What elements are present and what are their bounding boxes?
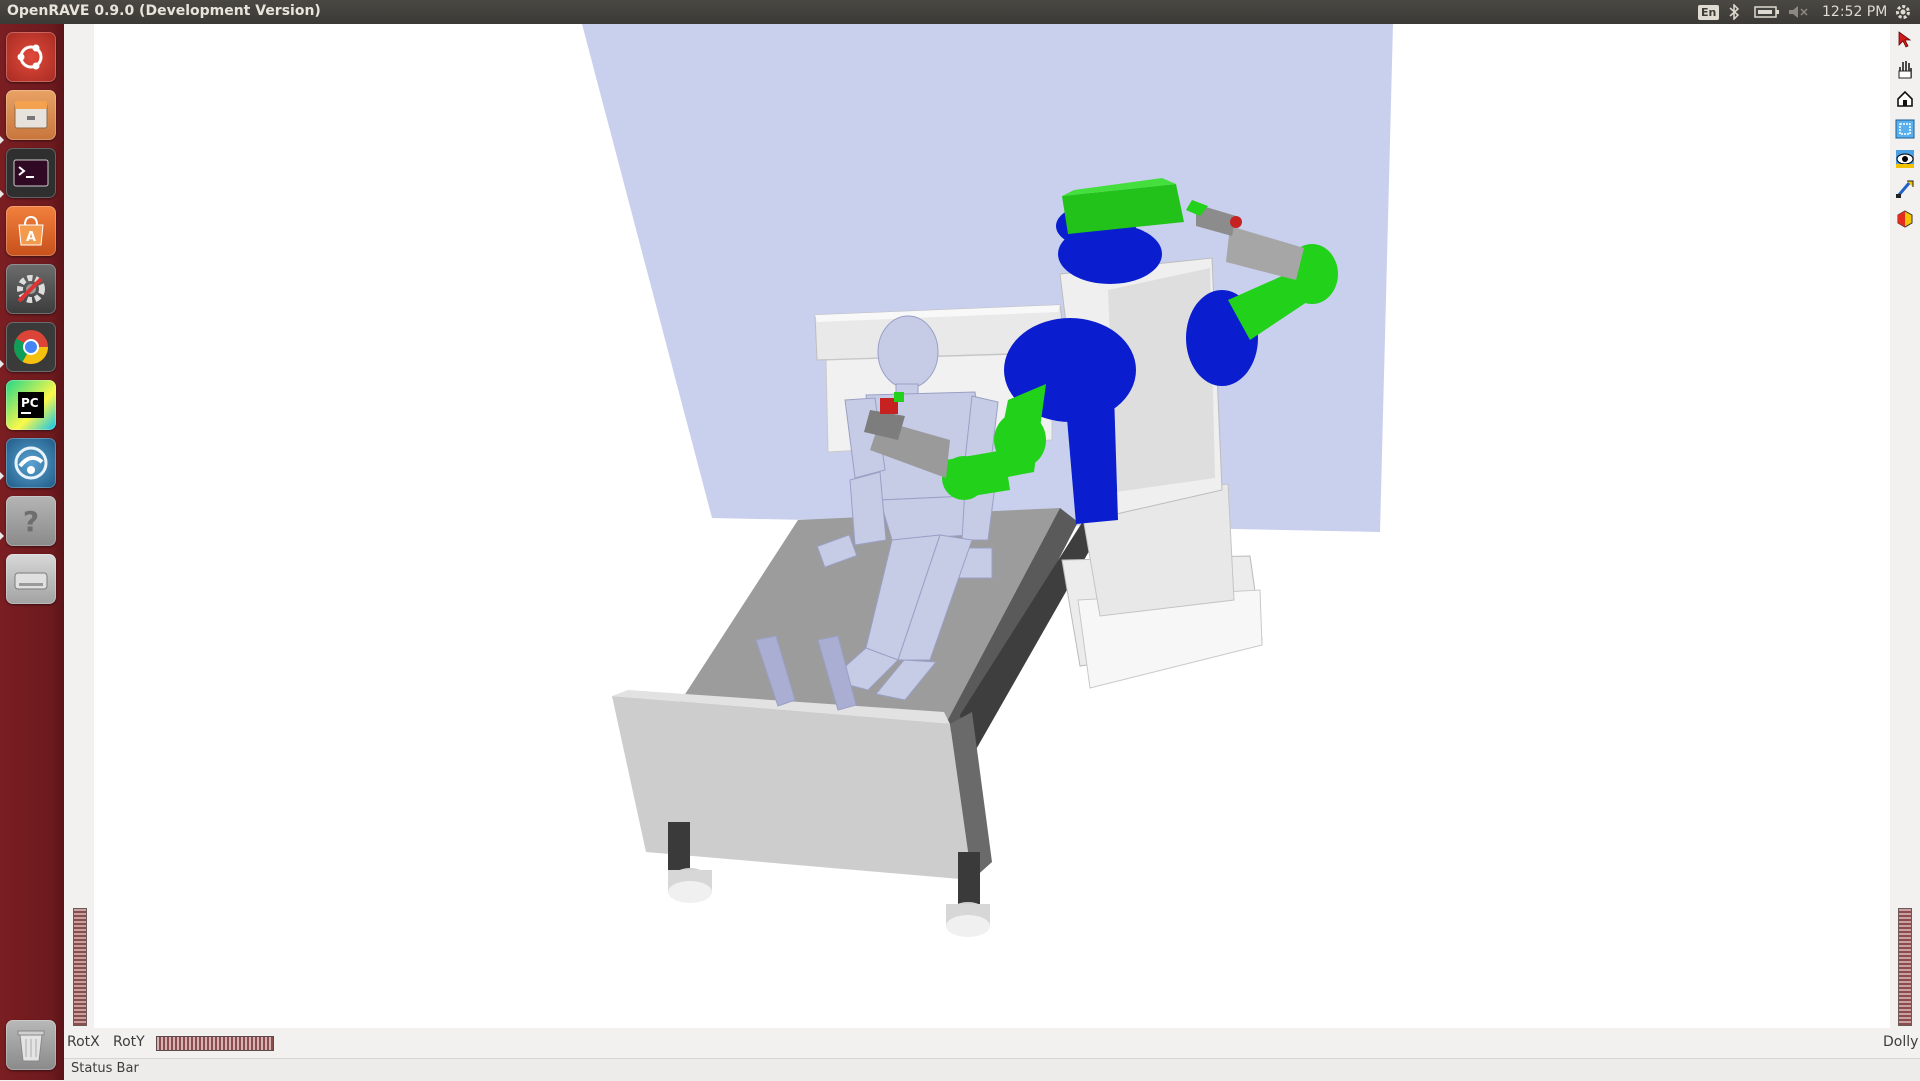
top-panel: OpenRAVE 0.9.0 (Development Version) En … xyxy=(0,0,1920,24)
gear-icon[interactable] xyxy=(1894,2,1912,22)
select-arrow-icon[interactable] xyxy=(1894,28,1916,50)
battery-icon[interactable] xyxy=(1754,2,1780,22)
scene-render xyxy=(582,24,1393,937)
ubuntu-dash-icon[interactable] xyxy=(6,32,56,82)
status-bar: Status Bar xyxy=(64,1058,1920,1081)
running-indicator xyxy=(0,360,4,368)
3d-viewport[interactable] xyxy=(94,24,1890,1028)
rotx-label: RotX xyxy=(67,1034,100,1050)
svg-text:PC: PC xyxy=(21,396,39,410)
perspective-icon[interactable] xyxy=(1894,178,1916,200)
svg-text:?: ? xyxy=(23,505,39,538)
seek-eye-icon[interactable] xyxy=(1894,148,1916,170)
network-icon[interactable] xyxy=(6,438,56,488)
status-text: Status Bar xyxy=(71,1061,139,1076)
hand-pan-icon[interactable] xyxy=(1894,58,1916,80)
system-settings-icon[interactable] xyxy=(6,264,56,314)
bluetooth-icon[interactable] xyxy=(1728,2,1740,22)
window-title: OpenRAVE 0.9.0 (Development Version) xyxy=(7,3,321,19)
home-view-icon[interactable] xyxy=(1894,88,1916,110)
svg-text:A: A xyxy=(26,230,36,245)
keyboard-indicator[interactable]: En xyxy=(1698,2,1720,22)
dolly-label: Dolly xyxy=(1883,1034,1919,1050)
trash-icon[interactable] xyxy=(6,1020,56,1070)
help-icon[interactable]: ? xyxy=(6,496,56,546)
running-indicator xyxy=(0,136,4,144)
view-all-icon[interactable] xyxy=(1894,118,1916,140)
software-center-icon[interactable]: A xyxy=(6,206,56,256)
running-indicator xyxy=(0,190,4,198)
chrome-icon[interactable] xyxy=(6,322,56,372)
files-icon[interactable] xyxy=(6,90,56,140)
volume-muted-icon[interactable] xyxy=(1788,2,1808,22)
right-toolbar xyxy=(1890,24,1920,1028)
dolly-thumbwheel[interactable] xyxy=(1898,908,1912,1026)
terminal-icon[interactable] xyxy=(6,148,56,198)
control-bar xyxy=(64,1028,1920,1058)
launcher: A PC ? xyxy=(0,24,65,1080)
running-indicator xyxy=(0,472,4,480)
drive-icon[interactable] xyxy=(6,554,56,604)
pycharm-icon[interactable]: PC xyxy=(6,380,56,430)
running-indicator xyxy=(0,532,4,540)
render-mode-icon[interactable] xyxy=(1894,208,1916,230)
left-control-strip xyxy=(64,24,94,1028)
roty-thumbwheel[interactable] xyxy=(156,1036,274,1051)
roty-label: RotY xyxy=(113,1034,145,1050)
rotx-vertical-thumbwheel[interactable] xyxy=(73,908,87,1026)
clock[interactable]: 12:52 PM xyxy=(1822,2,1887,22)
